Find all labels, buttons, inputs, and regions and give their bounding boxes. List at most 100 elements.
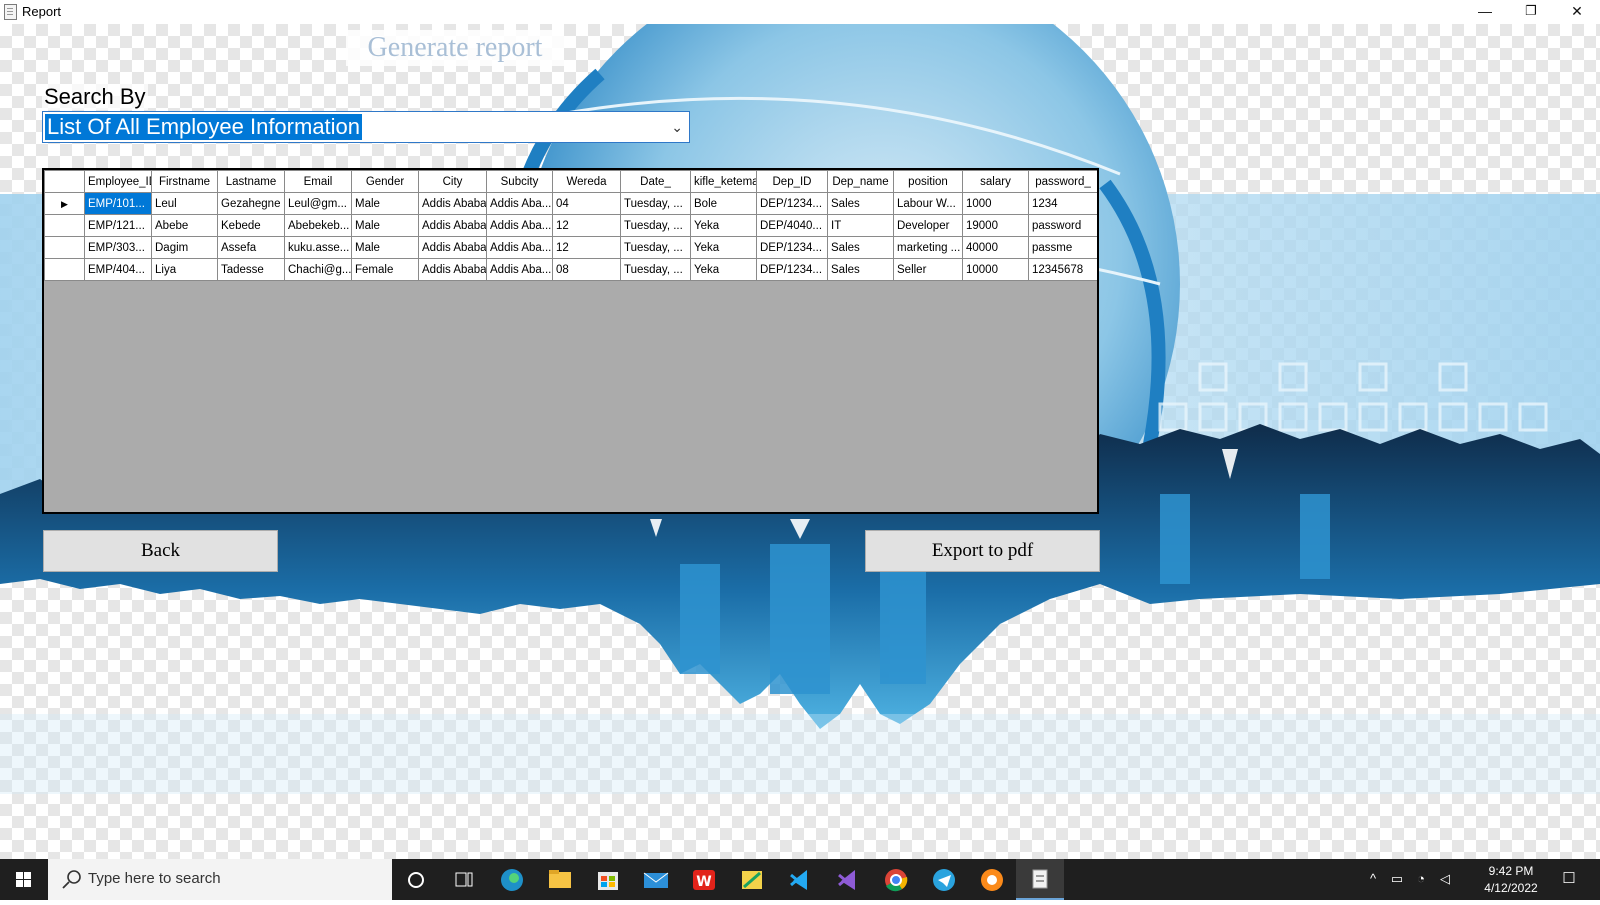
row-header[interactable] xyxy=(44,258,85,281)
store-icon[interactable] xyxy=(584,859,632,900)
table-cell[interactable]: EMP/101... xyxy=(84,192,152,215)
table-cell[interactable]: Female xyxy=(351,258,419,281)
table-cell[interactable]: Sales xyxy=(827,258,894,281)
table-cell[interactable]: DEP/1234... xyxy=(756,236,828,259)
table-cell[interactable]: Yeka xyxy=(690,236,757,259)
column-header[interactable]: Employee_ID xyxy=(84,170,152,193)
table-cell[interactable]: EMP/303... xyxy=(84,236,152,259)
table-cell[interactable]: Dagim xyxy=(151,236,218,259)
file-explorer-icon[interactable] xyxy=(536,859,584,900)
column-header[interactable]: Subcity xyxy=(486,170,553,193)
table-cell[interactable]: Tuesday, ... xyxy=(620,236,691,259)
column-header[interactable]: Date_ xyxy=(620,170,691,193)
table-cell[interactable]: Gezahegne xyxy=(217,192,285,215)
table-cell[interactable]: Addis Aba... xyxy=(486,192,553,215)
table-cell[interactable]: Seller xyxy=(893,258,963,281)
restore-button[interactable]: ❐ xyxy=(1508,0,1554,24)
column-header[interactable]: Lastname xyxy=(217,170,285,193)
task-view-icon[interactable] xyxy=(440,859,488,900)
table-cell[interactable]: 12345678 xyxy=(1028,258,1097,281)
table-cell[interactable]: Tuesday, ... xyxy=(620,214,691,237)
table-cell[interactable]: password xyxy=(1028,214,1097,237)
visual-studio-icon[interactable] xyxy=(824,859,872,900)
mail-icon[interactable] xyxy=(632,859,680,900)
table-cell[interactable]: Addis Aba... xyxy=(486,236,553,259)
search-by-dropdown[interactable]: List Of All Employee Information ⌄ xyxy=(42,111,690,143)
minimize-button[interactable]: — xyxy=(1462,0,1508,24)
table-cell[interactable]: Developer xyxy=(893,214,963,237)
table-cell[interactable]: kuku.asse... xyxy=(284,236,352,259)
table-cell[interactable]: Yeka xyxy=(690,258,757,281)
table-cell[interactable]: passme xyxy=(1028,236,1097,259)
column-header[interactable]: Wereda xyxy=(552,170,621,193)
table-cell[interactable]: 04 xyxy=(552,192,621,215)
export-to-pdf-button[interactable]: Export to pdf xyxy=(865,530,1100,572)
table-cell[interactable]: marketing ... xyxy=(893,236,963,259)
taskbar-search-box[interactable]: Type here to search xyxy=(48,859,392,900)
table-cell[interactable]: EMP/121... xyxy=(84,214,152,237)
brave-icon[interactable] xyxy=(968,859,1016,900)
column-header[interactable]: Firstname xyxy=(151,170,218,193)
table-cell[interactable]: 40000 xyxy=(962,236,1029,259)
column-header[interactable]: Dep_name xyxy=(827,170,894,193)
table-cell[interactable]: Addis Aba... xyxy=(486,258,553,281)
table-cell[interactable]: Assefa xyxy=(217,236,285,259)
table-cell[interactable]: DEP/4040... xyxy=(756,214,828,237)
table-row[interactable]: ▶ EMP/101... Leul Gezahegne Leul@gm... Male Ad… xyxy=(44,192,1097,215)
table-cell[interactable]: 1000 xyxy=(962,192,1029,215)
wps-office-icon[interactable]: W xyxy=(680,859,728,900)
table-cell[interactable]: Male xyxy=(351,192,419,215)
chrome-icon[interactable] xyxy=(872,859,920,900)
table-cell[interactable]: 10000 xyxy=(962,258,1029,281)
wifi-icon[interactable]: ◔ xyxy=(1412,870,1430,888)
row-header[interactable] xyxy=(44,214,85,237)
table-cell[interactable]: 1234 xyxy=(1028,192,1097,215)
cortana-icon[interactable] xyxy=(392,859,440,900)
table-cell[interactable]: Yeka xyxy=(690,214,757,237)
table-cell[interactable]: Tadesse xyxy=(217,258,285,281)
table-row[interactable]: EMP/121... Abebe Kebede Abebekeb... Male Addi… xyxy=(44,214,1097,237)
table-cell[interactable]: Tuesday, ... xyxy=(620,258,691,281)
battery-icon[interactable]: ▭ xyxy=(1388,870,1406,888)
taskbar-clock[interactable]: 9:42 PM 4/12/2022 xyxy=(1476,863,1546,897)
table-cell[interactable]: DEP/1234... xyxy=(756,192,828,215)
table-cell[interactable]: 12 xyxy=(552,214,621,237)
table-cell[interactable]: Sales xyxy=(827,192,894,215)
row-header[interactable] xyxy=(44,236,85,259)
column-header[interactable]: salary xyxy=(962,170,1029,193)
report-app-icon[interactable] xyxy=(1016,859,1064,900)
table-cell[interactable]: Addis Ababa xyxy=(418,214,487,237)
vscode-icon[interactable] xyxy=(776,859,824,900)
column-header[interactable]: Email xyxy=(284,170,352,193)
table-cell[interactable]: Addis Ababa xyxy=(418,192,487,215)
table-cell[interactable]: DEP/1234... xyxy=(756,258,828,281)
table-cell[interactable]: Liya xyxy=(151,258,218,281)
table-cell[interactable]: 12 xyxy=(552,236,621,259)
table-cell[interactable]: Abebekeb... xyxy=(284,214,352,237)
table-cell[interactable]: Tuesday, ... xyxy=(620,192,691,215)
table-cell[interactable]: Chachi@g... xyxy=(284,258,352,281)
telegram-icon[interactable] xyxy=(920,859,968,900)
table-cell[interactable]: Abebe xyxy=(151,214,218,237)
notification-center-icon[interactable]: ☐ xyxy=(1560,870,1578,888)
table-cell[interactable]: Labour W... xyxy=(893,192,963,215)
table-cell[interactable]: Kebede xyxy=(217,214,285,237)
employee-data-grid[interactable]: Employee_ID Firstname Lastname Email Gen… xyxy=(42,168,1099,514)
chevron-down-icon[interactable]: ⌄ xyxy=(671,119,683,136)
table-cell[interactable]: IT xyxy=(827,214,894,237)
table-cell[interactable]: Bole xyxy=(690,192,757,215)
table-cell[interactable]: 08 xyxy=(552,258,621,281)
table-cell[interactable]: Male xyxy=(351,236,419,259)
column-header[interactable]: kifle_ketema xyxy=(690,170,757,193)
table-cell[interactable]: Leul@gm... xyxy=(284,192,352,215)
edge-icon[interactable] xyxy=(488,859,536,900)
table-cell[interactable]: EMP/404... xyxy=(84,258,152,281)
table-cell[interactable]: Leul xyxy=(151,192,218,215)
column-header[interactable]: City xyxy=(418,170,487,193)
app-icon[interactable] xyxy=(728,859,776,900)
table-cell[interactable]: Addis Ababa xyxy=(418,236,487,259)
table-cell[interactable]: Addis Aba... xyxy=(486,214,553,237)
back-button[interactable]: Back xyxy=(43,530,278,572)
table-cell[interactable]: Male xyxy=(351,214,419,237)
start-button[interactable] xyxy=(0,859,48,900)
